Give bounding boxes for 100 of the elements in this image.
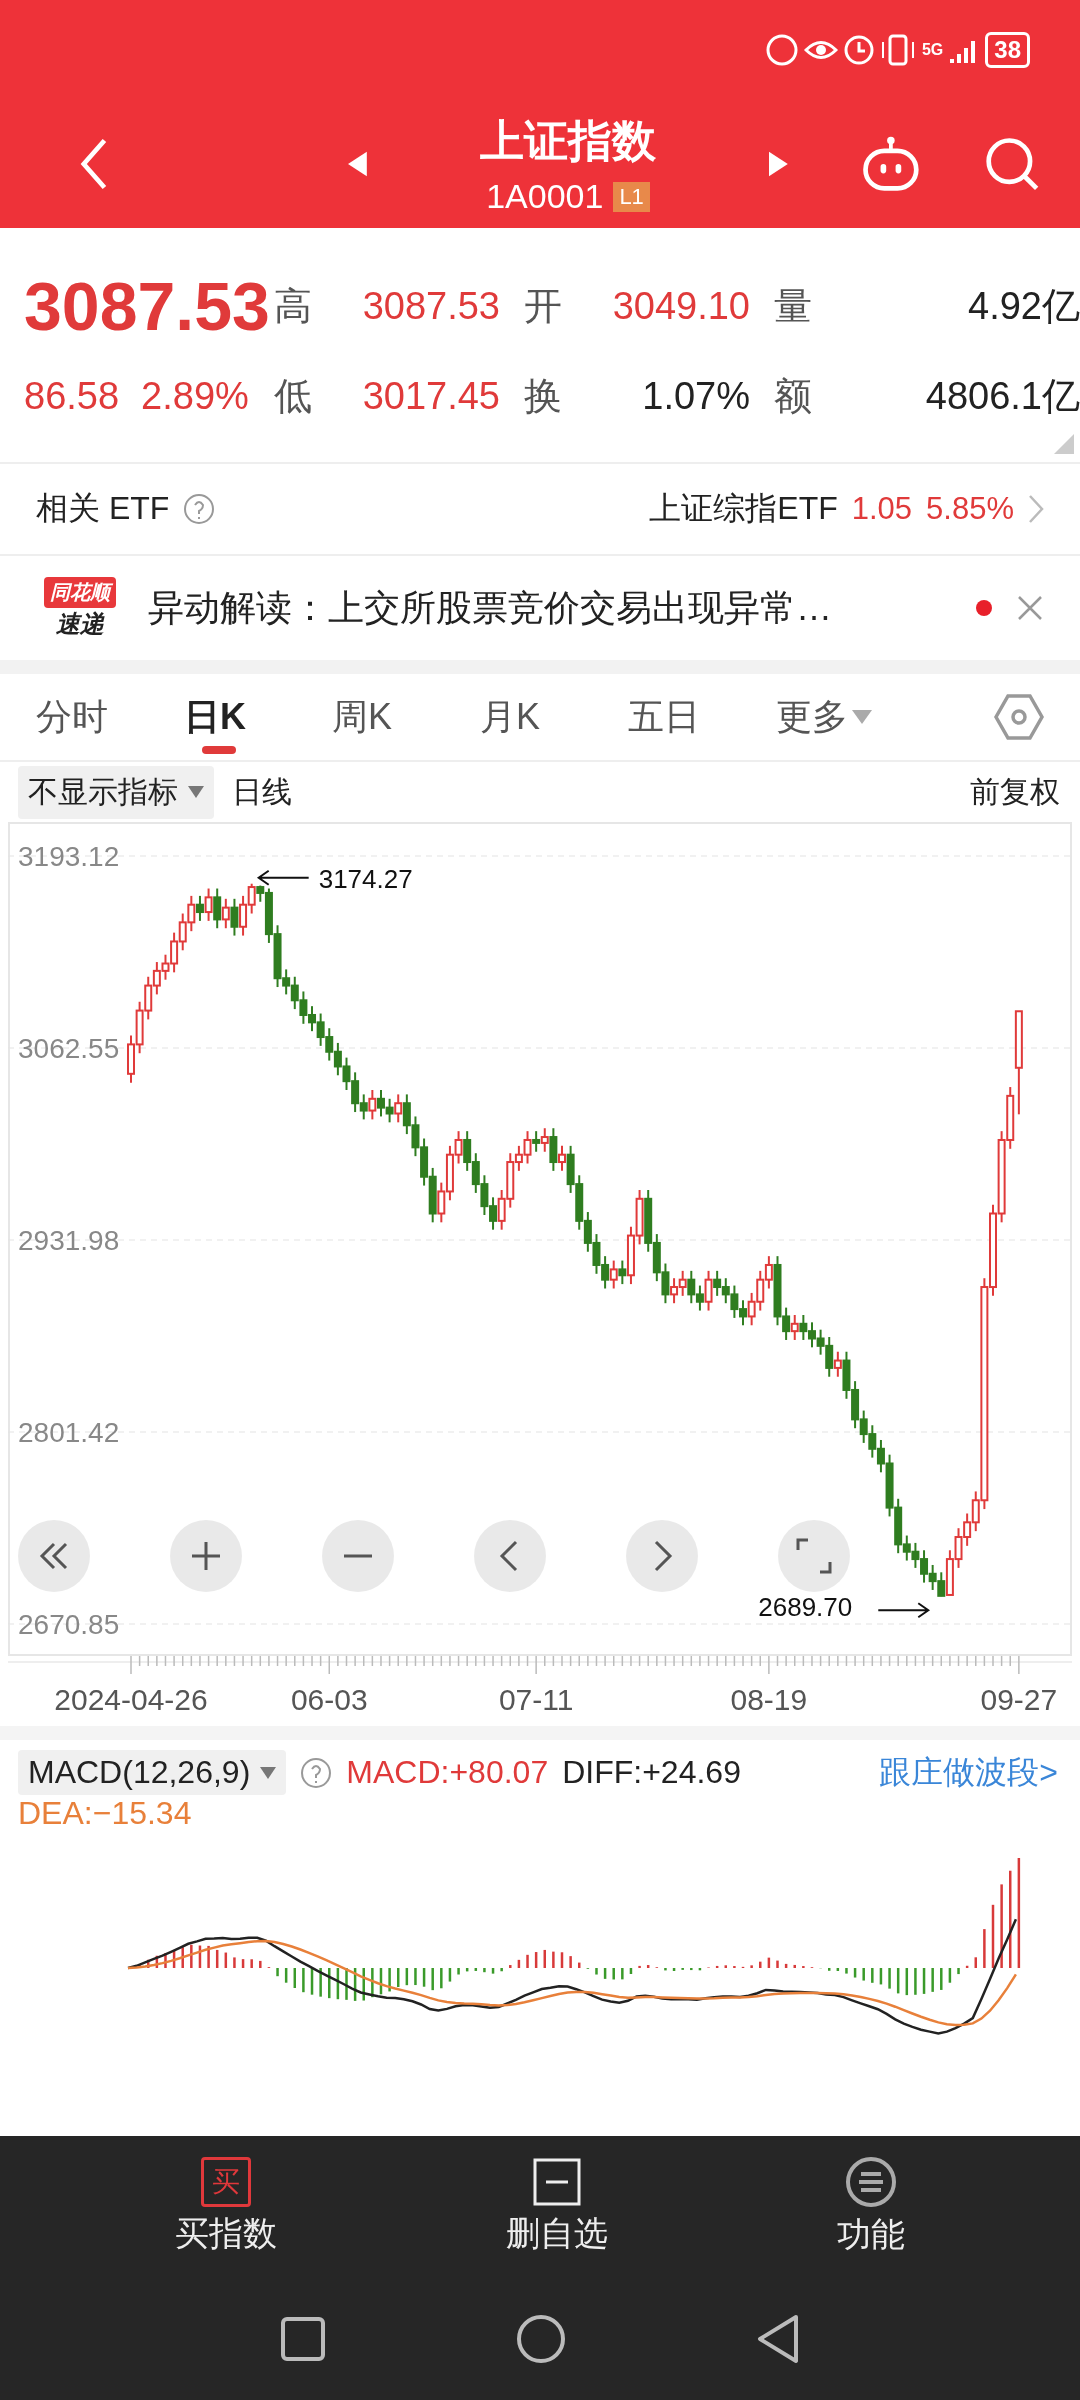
index-title: 上证指数 [480,115,656,167]
bottom-action[interactable]: 买 买指数 [174,2157,277,2257]
candlestick [178,912,187,952]
candlestick [575,1174,584,1231]
indicator-dropdown[interactable]: MACD(12,26,9) [18,1750,287,1795]
back-icon[interactable] [756,2314,800,2364]
minus-icon [344,1554,372,1558]
recent-apps-icon[interactable] [280,2316,326,2362]
last-price: 3087.53 [24,267,271,345]
candlestick [480,1174,489,1216]
stat-value: 3017.45 [362,374,500,418]
axis-label: 2670.85 [18,1609,120,1640]
candlestick [747,1291,756,1327]
period-label: 日线 [232,773,292,810]
candlestick [954,1527,963,1569]
etf-change: 5.85% [926,491,1014,527]
candlestick [239,894,248,937]
candlestick [678,1269,687,1297]
candlestick [911,1541,920,1569]
diff-value: DIFF:+24.69 [562,1754,741,1791]
period-tab[interactable]: 周K [332,674,480,760]
battery-indicator: 38 [985,32,1030,68]
stat-label: 量 [774,283,812,329]
price-change: 86.58 [24,374,120,418]
axis-label: 3062.55 [18,1033,120,1064]
stat-value: 3087.53 [362,284,500,328]
candlestick [463,1130,472,1172]
candlestick [868,1424,877,1459]
period-tab[interactable]: 更多 [776,674,924,760]
candlestick [368,1089,377,1121]
period-tab[interactable]: 分时 [36,674,184,760]
back-icon[interactable] [80,136,109,192]
stat-label: 额 [774,373,812,419]
candlestick [928,1563,937,1591]
candlestick [687,1269,696,1305]
candlestick [920,1549,929,1584]
period-tab[interactable]: 五日 [628,674,776,760]
candlestick [756,1269,765,1312]
axis-label: 2801.42 [18,1417,120,1448]
candlestick [730,1284,739,1319]
candlestick [601,1255,610,1290]
period-tab[interactable]: 日K [184,674,332,760]
stat-value: 1.07% [642,374,750,418]
etf-name[interactable]: 上证综指ETF [649,487,838,531]
stat-label: 开 [524,283,562,329]
axis-label: 2931.98 [18,1225,120,1256]
close-icon[interactable] [1016,594,1044,622]
help-icon[interactable] [300,1756,333,1789]
network-label: 5G [921,41,944,59]
candlestick [325,1027,334,1062]
date-label: 09-27 [980,1683,1058,1716]
next-icon[interactable] [769,151,788,177]
candlestick [385,1097,394,1124]
macd-value: MACD:+80.07 [346,1754,549,1791]
candlestick [428,1166,437,1224]
caret-down-icon [852,710,872,724]
previous-icon[interactable] [348,151,367,177]
axis-label: 3193.12 [18,841,120,872]
dea-value: DEA:−15.34 [17,1795,193,1832]
minus-square-icon [532,2157,582,2207]
eye-icon [803,39,838,61]
date-label: 08-19 [730,1683,808,1716]
candlestick [221,897,230,930]
candlestick [497,1189,506,1231]
stat-value: 4.92亿 [968,283,1080,329]
stat-label: 高 [274,283,312,329]
news-headline[interactable]: 异动解读：上交所股票竞价交易出现异常… [148,583,952,633]
stat-label: 低 [274,373,312,419]
stat-label: 换 [524,373,562,419]
level-tag: L1 [613,181,650,212]
stat-value: 4806.1亿 [925,373,1080,419]
candlestick [583,1211,592,1253]
candlestick [144,975,153,1021]
candlestick [635,1189,644,1246]
candlestick [394,1093,403,1124]
arrow-icon [877,1602,931,1619]
candlestick [290,975,299,1011]
etf-label: 相关 ETF [36,489,170,528]
settings-icon[interactable] [994,692,1044,742]
bottom-action[interactable]: 功能 [837,2156,906,2258]
help-icon[interactable] [183,493,216,525]
candlestick [721,1277,730,1305]
circle-icon [765,34,798,66]
candlestick [230,897,239,937]
adjust-toggle[interactable]: 前复权 [970,771,1060,813]
indicator-dropdown[interactable]: 不显示指标 [18,765,214,819]
candlestick [411,1115,420,1158]
bottom-action[interactable]: 删自选 [506,2157,608,2257]
candlestick [489,1196,498,1231]
vibrate-icon [879,34,916,66]
candlestick [195,894,204,922]
home-icon[interactable] [516,2314,566,2364]
candlestick [652,1233,661,1283]
period-tab[interactable]: 月K [480,674,628,760]
high-price-label: 3174.27 [318,863,413,894]
promo-link[interactable]: 跟庄做波段> [879,1750,1072,1795]
news-badge: 同花顺 速递 [36,576,124,640]
candlestick [859,1409,868,1444]
candlestick [316,1012,325,1047]
candlestick [799,1313,808,1341]
